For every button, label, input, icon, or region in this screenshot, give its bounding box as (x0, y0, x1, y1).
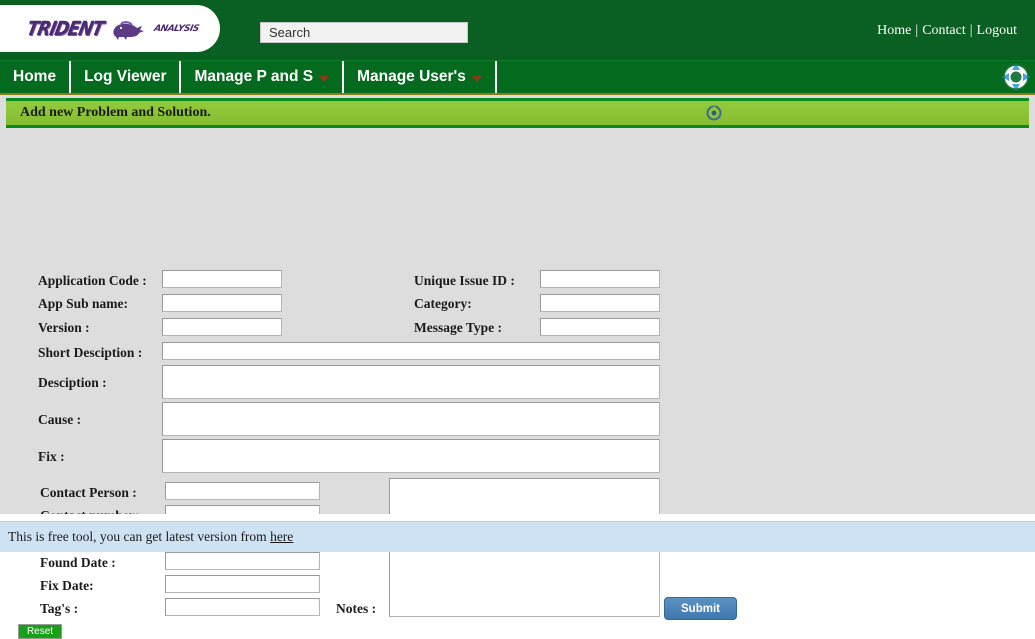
fix-textarea[interactable] (162, 439, 660, 473)
header-link-home[interactable]: Home (877, 23, 911, 38)
reset-button[interactable]: Reset (18, 624, 62, 639)
logo[interactable]: TRIDENT ANALYSIS (0, 5, 220, 52)
logo-inner: TRIDENT ANALYSIS (11, 17, 201, 41)
label-category: Category: (414, 296, 472, 311)
desciption-textarea[interactable] (162, 365, 660, 399)
problem-solution-form: Application Code : App Sub name: Version… (0, 128, 1035, 639)
lifebuoy-icon[interactable] (1001, 62, 1031, 92)
banner-wrapper: Add new Problem and Solution. (0, 95, 1035, 128)
found-date-input[interactable] (165, 552, 320, 570)
label-unique-issue-id: Unique Issue ID : (414, 273, 515, 288)
label-cause: Cause : (38, 412, 82, 427)
label-tags: Tag's : (40, 601, 79, 616)
header-link-separator-2: | (969, 23, 973, 38)
application-code-input[interactable] (162, 270, 282, 288)
unique-issue-id-input[interactable] (540, 270, 660, 288)
header-links: Home | Contact | Logout (877, 23, 1017, 39)
label-desciption: Desciption : (38, 375, 107, 390)
page-title: Add new Problem and Solution. (20, 105, 211, 120)
site-footer: This is free tool, you can get latest ve… (0, 521, 1035, 552)
main-navbar: Home Log Viewer Manage P and S Manage Us… (0, 60, 1035, 95)
site-header: TRIDENT ANALYSIS Home |Contact| Logout (0, 0, 1035, 60)
label-contact-person: Contact Person : (40, 485, 137, 500)
label-fix-date: Fix Date: (40, 578, 94, 593)
label-found-date: Found Date : (40, 555, 116, 570)
submit-button[interactable]: Submit (664, 597, 737, 620)
tags-input[interactable] (165, 598, 320, 616)
label-version: Version : (38, 320, 90, 335)
header-link-logout[interactable]: Logout (977, 23, 1017, 38)
nav-item-manage-users[interactable]: Manage User's (344, 61, 497, 93)
app-sub-name-input[interactable] (162, 294, 282, 312)
search-input[interactable] (260, 22, 468, 43)
page-banner: Add new Problem and Solution. (6, 98, 1029, 128)
fix-date-input[interactable] (165, 575, 320, 593)
footer-download-link[interactable]: here (270, 529, 293, 544)
refresh-icon[interactable] (706, 105, 722, 121)
nav-item-home-label: Home (13, 68, 57, 85)
label-app-sub-name: App Sub name: (38, 296, 129, 311)
footer-note-text: This is free tool, you can get latest ve… (8, 529, 271, 544)
short-desciption-input[interactable] (162, 342, 660, 360)
logo-subtext: ANALYSIS (153, 23, 201, 34)
contact-person-input[interactable] (165, 482, 320, 500)
nav-item-log-viewer[interactable]: Log Viewer (71, 61, 182, 93)
header-link-contact[interactable]: Contact (922, 23, 966, 38)
footer-note: This is free tool, you can get latest ve… (0, 529, 293, 545)
app-page: TRIDENT ANALYSIS Home |Contact| Logout Hom… (0, 0, 1035, 639)
nav-item-log-viewer-label: Log Viewer (84, 68, 167, 85)
category-input[interactable] (540, 294, 660, 312)
label-application-code: Application Code : (38, 273, 147, 288)
chevron-down-icon (471, 76, 482, 82)
message-type-input[interactable] (540, 318, 660, 336)
nav-item-manage-p-and-s-label: Manage P and S (194, 68, 314, 85)
label-short-desciption: Short Desciption : (38, 345, 143, 360)
label-message-type: Message Type : (414, 320, 502, 335)
header-link-separator-1: | (915, 23, 919, 38)
dinosaur-icon (108, 17, 148, 41)
label-fix: Fix : (38, 449, 65, 464)
version-input[interactable] (162, 318, 282, 336)
nav-item-home[interactable]: Home (0, 61, 72, 93)
nav-item-manage-p-and-s[interactable]: Manage P and S (181, 61, 345, 93)
cause-textarea[interactable] (162, 402, 660, 436)
label-notes: Notes : (336, 601, 377, 616)
chevron-down-icon (319, 76, 330, 82)
nav-item-manage-users-label: Manage User's (357, 68, 466, 85)
logo-wordmark: TRIDENT (24, 17, 105, 40)
